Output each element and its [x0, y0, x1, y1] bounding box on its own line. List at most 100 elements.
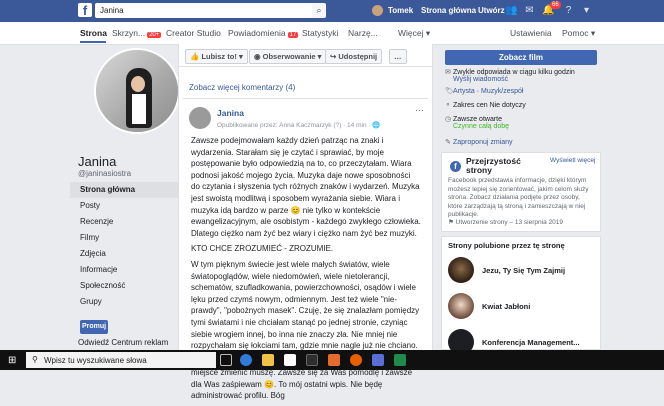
post-options-icon[interactable]: ··· — [415, 105, 424, 115]
notifications-badge: 66 — [550, 1, 561, 9]
send-message-link[interactable]: Wyślij wiadomość — [453, 76, 508, 83]
facebook-logo[interactable]: f — [78, 3, 92, 18]
sidebar-item-community[interactable]: Społeczność — [70, 278, 180, 294]
app-icon[interactable] — [394, 354, 406, 366]
more-label: Więcej — [398, 28, 424, 38]
share-label: Udostępnij — [338, 52, 378, 61]
windows-start-icon[interactable]: ⊞ — [8, 355, 16, 366]
liked-pages-card: Strony polubione przez tę stronę Jezu, T… — [441, 236, 601, 355]
sidebar-item-posts[interactable]: Posty — [70, 198, 180, 214]
clock-icon: ◷ — [445, 116, 452, 123]
settings-link[interactable]: Ustawienia — [510, 28, 552, 38]
tab-tools[interactable]: Narzę... — [348, 28, 378, 38]
sidebar-item-videos[interactable]: Filmy — [70, 230, 180, 246]
hours-info: ◷ Zawsze otwarte Czynne całą dobę — [445, 115, 597, 130]
liked-page-avatar — [448, 257, 474, 283]
sidebar-item-home[interactable]: Strona główna — [70, 182, 180, 198]
transparency-title: Przejrzystość strony — [466, 156, 521, 175]
main-feed: 👍 Lubisz to! ▾ ◉ Obserwowanie ▾ ↪ Udostę… — [178, 44, 433, 400]
transparency-more-link[interactable]: Wyświetl więcej — [550, 157, 596, 165]
task-view-icon[interactable] — [220, 354, 232, 366]
sidebar-item-photos[interactable]: Zdjęcia — [70, 246, 180, 262]
edge-icon[interactable] — [240, 354, 252, 366]
chevron-down-icon: ▾ — [590, 28, 596, 38]
help-menu[interactable]: Pomoc ▾ — [562, 28, 595, 39]
share-button[interactable]: ↪ Udostępnij — [325, 49, 383, 64]
search-input[interactable]: Janina — [95, 3, 325, 18]
tab-creator-studio[interactable]: Creator Studio — [166, 28, 221, 38]
watch-video-button[interactable]: Zobacz film — [445, 50, 597, 65]
post-meta-text: Opublikowane przez: Anna Kaczmarzyk (?) … — [217, 122, 371, 129]
ad-center-link[interactable]: Odwiedź Centrum reklam — [78, 338, 168, 347]
tab-page[interactable]: Strona — [80, 28, 107, 38]
promote-button[interactable]: Promuj — [80, 320, 108, 334]
user-name-link[interactable]: Tomek — [388, 6, 413, 15]
notifications-tab-badge: 17 — [287, 32, 299, 38]
liked-page-item[interactable]: Kwiat Jabłoni — [448, 293, 598, 321]
liked-pages-title: Strony polubione przez tę stronę — [448, 241, 565, 250]
app-icon[interactable] — [372, 354, 384, 366]
search-icon[interactable]: ⌕ — [312, 3, 326, 18]
category-musician[interactable]: Muzyk/zespół — [481, 88, 523, 95]
more-comments-link[interactable]: Zobacz więcej komentarzy (4) — [189, 83, 295, 92]
flag-icon: ⚑ — [448, 219, 454, 226]
globe-icon: 🌐 — [372, 122, 381, 129]
post-paragraph: Zawsze podejmowałam każdy dzień patrząc … — [191, 136, 421, 238]
post-author[interactable]: Janina — [217, 108, 244, 118]
help-icon[interactable]: ? — [562, 4, 575, 17]
category-artist[interactable]: Artysta — [453, 88, 475, 95]
profile-picture[interactable] — [94, 48, 180, 134]
sidebar-item-groups[interactable]: Grupy — [70, 294, 180, 310]
chevron-down-icon: ▾ — [425, 28, 431, 38]
sidebar-item-reviews[interactable]: Recenzje — [70, 214, 180, 230]
category-info: 🏷Artysta · Muzyk/zespół — [445, 88, 524, 95]
post-author-avatar[interactable] — [189, 107, 211, 129]
home-link[interactable]: Strona główna — [421, 6, 476, 15]
profile-picture-collar — [132, 94, 146, 124]
chevron-down-icon: ▾ — [317, 52, 322, 61]
response-time: Zwykle odpowiada w ciągu kilku godzin — [453, 69, 575, 76]
dropdown-icon[interactable]: ▾ — [580, 4, 593, 17]
page-created-text: Utworzenie strony – 13 sierpnia 2019 — [455, 219, 563, 226]
tab-notifications-label: Powiadomienia — [228, 28, 286, 38]
tab-inbox[interactable]: Skrzyn... 20+ — [112, 28, 162, 38]
liked-page-name: Konferencja Management... — [482, 338, 580, 347]
store-icon[interactable] — [284, 354, 296, 366]
more-options-button[interactable]: … — [389, 49, 407, 64]
messenger-icon[interactable]: ✉ — [523, 4, 536, 17]
tab-statistics[interactable]: Statystyki — [302, 28, 338, 38]
firefox-icon[interactable] — [350, 354, 362, 366]
like-label: Lubisz to! — [201, 52, 237, 61]
active-tab-indicator — [80, 41, 106, 43]
page-name: Janina — [78, 154, 117, 169]
terminal-icon[interactable] — [306, 354, 318, 366]
response-info: ✉ Zwykle odpowiada w ciągu kilku godzin W… — [445, 68, 597, 83]
app-icon[interactable] — [328, 354, 340, 366]
pencil-icon: ✎ — [445, 139, 451, 146]
friends-icon[interactable]: 👥 — [505, 4, 518, 17]
left-sidebar: Janina @janinasiostra Strona główna Post… — [70, 44, 180, 350]
price-icon: ⚬ — [445, 102, 451, 109]
tab-notifications[interactable]: Powiadomienia 17 — [228, 28, 299, 38]
file-explorer-icon[interactable] — [262, 354, 274, 366]
page-nav-bar: Strona Skrzyn... 20+ Creator Studio Powia… — [0, 22, 664, 45]
page-created: ⚑ Utworzenie strony – 13 sierpnia 2019 — [448, 219, 596, 228]
follow-button[interactable]: ◉ Obserwowanie ▾ — [249, 49, 327, 64]
windows-taskbar: ⊞ ⚲ Wpisz tu wyszukiwane słowa — [0, 350, 664, 370]
tab-inbox-label: Skrzyn... — [112, 28, 146, 38]
search-icon: ⚲ — [32, 355, 38, 364]
more-menu[interactable]: Więcej ▾ — [398, 28, 430, 39]
transparency-text: Facebook przedstawia informacje, dzięki … — [448, 177, 589, 218]
page-handle[interactable]: @janinasiostra — [78, 169, 131, 178]
user-avatar[interactable] — [372, 5, 383, 16]
suggest-edits-link[interactable]: Zaproponuj zmiany — [453, 139, 513, 146]
liked-page-item[interactable]: Jezu, Ty Się Tym Zajmij — [448, 257, 598, 285]
taskbar-search-input[interactable]: ⚲ Wpisz tu wyszukiwane słowa — [26, 352, 216, 368]
liked-page-avatar — [448, 293, 474, 319]
like-page-button[interactable]: 👍 Lubisz to! ▾ — [185, 49, 248, 64]
post: Janina Opublikowane przez: Anna Kaczmarz… — [183, 98, 428, 400]
create-link[interactable]: Utwórz — [478, 6, 505, 15]
inbox-badge: 20+ — [147, 32, 162, 38]
sidebar-item-info[interactable]: Informacje — [70, 262, 180, 278]
profile-picture-face — [131, 76, 145, 92]
